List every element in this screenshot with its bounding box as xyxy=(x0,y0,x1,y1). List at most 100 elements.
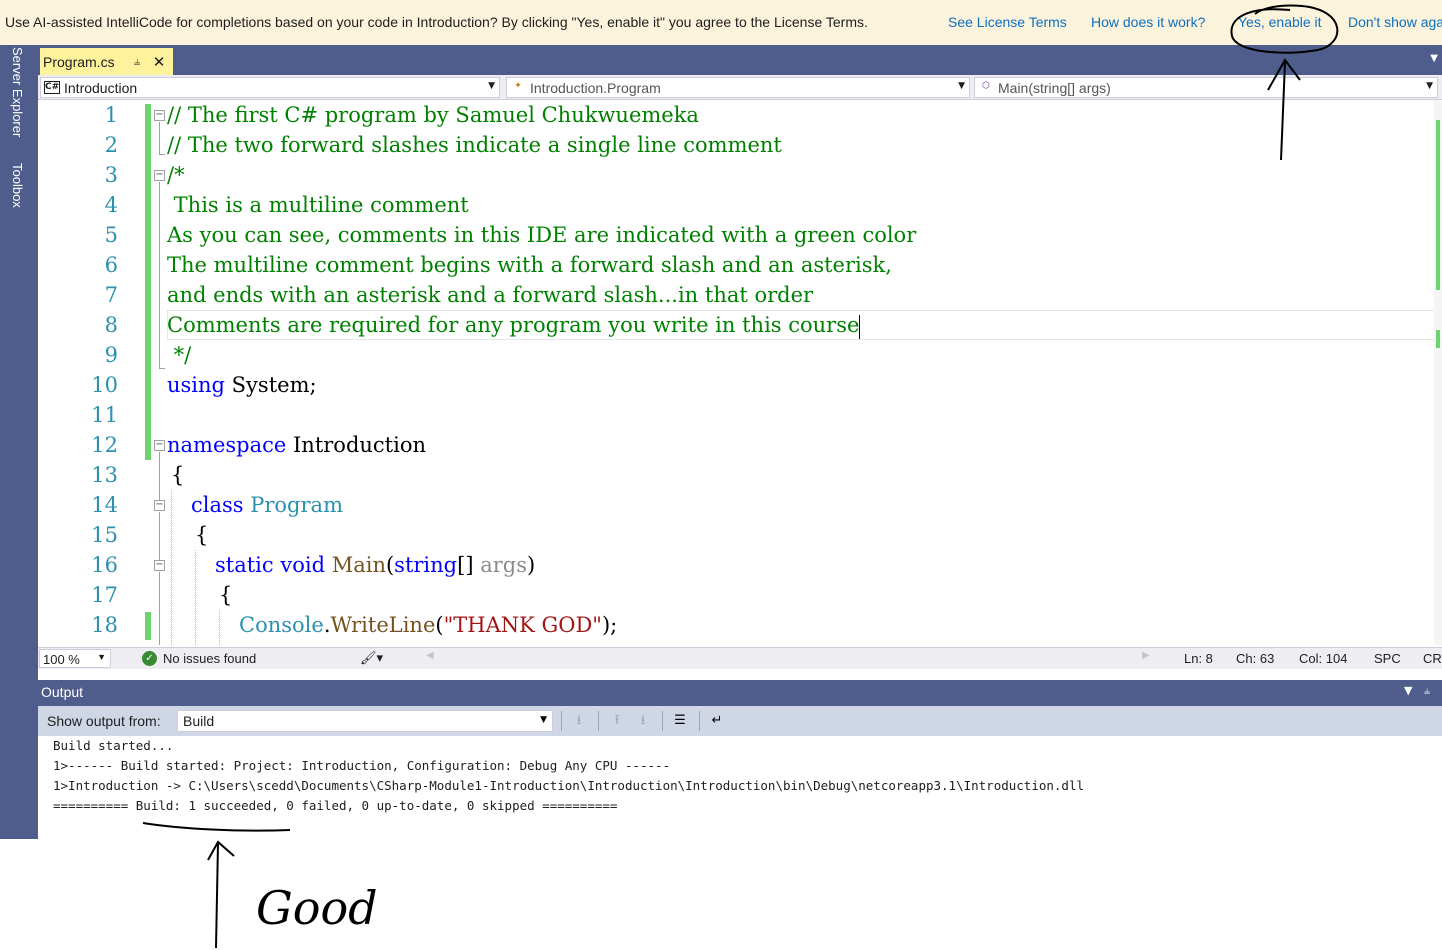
window-position-chevron-down-icon[interactable]: ▼ xyxy=(1404,684,1412,697)
arrow-head-annotation xyxy=(207,840,235,861)
line-number: 6 xyxy=(104,253,118,277)
line-number: 3 xyxy=(104,163,118,187)
line-number: 8 xyxy=(104,313,118,337)
code-line-15: { xyxy=(195,523,209,547)
char-indicator[interactable]: Ch: 63 xyxy=(1236,651,1274,666)
line-number: 12 xyxy=(91,433,118,457)
output-source-dropdown[interactable]: Build ▼ xyxy=(177,710,553,732)
close-paren: ) xyxy=(526,553,536,577)
pin-icon[interactable]: ⫨ xyxy=(130,54,144,69)
indent-guide xyxy=(195,550,196,645)
member-dot: . xyxy=(323,613,331,637)
output-text-area[interactable]: Build started... 1>------ Build started:… xyxy=(38,736,1442,839)
scroll-left-icon[interactable]: ◀ xyxy=(426,650,434,661)
column-indicator[interactable]: Col: 104 xyxy=(1299,651,1347,666)
code-editor[interactable]: 1 2 3 4 5 6 7 8 9 10 11 12 13 14 15 16 1… xyxy=(38,100,1442,645)
output-toolbar: Show output from: Build ▼ ⭳ ⭱ ⭳ ☰ ↵ xyxy=(38,706,1442,736)
code-line-8-text: Comments are required for any program yo… xyxy=(167,313,860,337)
line-number-gutter: 1 2 3 4 5 6 7 8 9 10 11 12 13 14 15 16 1… xyxy=(38,100,165,645)
tab-program-cs[interactable]: Program.cs ⫨ ✕ xyxy=(40,48,173,75)
keyword-namespace: namespace xyxy=(167,433,287,457)
array-brackets: [] xyxy=(457,553,481,577)
outline-guide xyxy=(159,572,160,645)
line-indicator[interactable]: Ln: 8 xyxy=(1184,651,1213,666)
string-literal: "THANK GOD" xyxy=(443,613,602,637)
collapse-toggle[interactable]: − xyxy=(154,500,165,511)
collapse-toggle[interactable]: − xyxy=(154,110,165,121)
code-line-12: namespace Introduction xyxy=(167,430,426,460)
scroll-right-icon[interactable]: ▶ xyxy=(1142,650,1150,661)
line-number: 4 xyxy=(104,193,118,217)
toolbox-tab[interactable]: Toolbox xyxy=(10,163,25,208)
close-paren-semicolon: ); xyxy=(601,613,618,637)
up-arrow-annotation xyxy=(215,842,219,949)
csharp-project-icon: C# xyxy=(44,81,60,94)
chevron-down-icon: ▼ xyxy=(540,715,547,725)
parameter-args: args xyxy=(480,553,527,577)
code-line-17: { xyxy=(219,583,233,607)
line-number: 10 xyxy=(91,373,118,397)
auto-hide-pin-icon[interactable]: ⫨ xyxy=(1424,684,1430,698)
line-number: 13 xyxy=(91,463,118,487)
output-title: Output xyxy=(41,684,84,700)
toggle-word-wrap-icon[interactable]: ↵ xyxy=(706,711,728,731)
enable-intellicode-link[interactable]: Yes, enable it xyxy=(1238,14,1322,30)
issues-text: No issues found xyxy=(163,651,257,666)
code-line-3: /* xyxy=(167,163,185,187)
see-license-terms-link[interactable]: See License Terms xyxy=(948,14,1067,30)
toolbar-separator xyxy=(699,711,700,731)
member-dropdown[interactable]: ⬡ Main(string[] args) ▼ xyxy=(974,77,1438,98)
line-ending-indicator[interactable]: CRLF xyxy=(1423,651,1442,666)
collapse-toggle[interactable]: − xyxy=(154,440,165,451)
issues-indicator[interactable]: ✓ No issues found xyxy=(142,651,256,666)
outline-guide-end xyxy=(159,368,165,369)
member-dropdown-value: Main(string[] args) xyxy=(998,79,1111,96)
type-console: Console xyxy=(239,613,324,637)
clear-all-icon[interactable]: ☰ xyxy=(669,711,691,731)
collapse-toggle[interactable]: − xyxy=(154,170,165,181)
find-message-in-code-icon[interactable]: ⭳ xyxy=(568,711,590,731)
output-line: 1>Introduction -> C:\Users\scedd\Documen… xyxy=(53,778,1085,793)
server-explorer-tab[interactable]: Server Explorer xyxy=(10,47,25,137)
whitespace-indicator[interactable]: SPC xyxy=(1374,651,1401,666)
line-number: 2 xyxy=(104,133,118,157)
scroll-change-marker xyxy=(1436,120,1440,290)
keyword-static: static xyxy=(215,553,274,577)
outline-guide xyxy=(159,122,160,154)
vertical-scrollbar[interactable] xyxy=(1434,100,1442,645)
code-line-1: // The first C# program by Samuel Chukwu… xyxy=(167,103,699,127)
chevron-down-icon: ▼ xyxy=(488,81,495,91)
keyword-using: using xyxy=(167,373,225,397)
line-number: 7 xyxy=(104,283,118,307)
dont-show-again-link[interactable]: Don't show again xyxy=(1348,14,1442,30)
line-number: 15 xyxy=(91,523,118,547)
navigation-bar: C# Introduction ▼ ✦ Introduction.Program… xyxy=(38,75,1442,100)
indent-guide xyxy=(219,610,220,645)
zoom-level: 100 % xyxy=(43,652,80,667)
line-number: 18 xyxy=(91,613,118,637)
outline-guide xyxy=(159,512,160,560)
scroll-change-marker xyxy=(1436,330,1440,348)
code-cleanup-brush-icon[interactable]: 🖌▾ xyxy=(360,650,383,666)
output-source-value: Build xyxy=(183,713,215,729)
code-line-8: Comments are required for any program yo… xyxy=(167,310,861,340)
tab-overflow-chevron-down-icon[interactable]: ▼ xyxy=(1430,53,1438,64)
output-line: 1>------ Build started: Project: Introdu… xyxy=(53,758,671,773)
zoom-dropdown[interactable]: 100 % ▼ xyxy=(39,649,111,668)
keyword-void: void xyxy=(280,553,326,577)
output-line: ========== Build: 1 succeeded, 0 failed,… xyxy=(53,798,618,813)
outline-guide-end xyxy=(159,154,165,155)
previous-message-icon[interactable]: ⭱ xyxy=(606,711,628,731)
method-writeline: WriteLine xyxy=(330,613,436,637)
project-dropdown[interactable]: C# Introduction ▼ xyxy=(40,77,500,98)
code-line-5: As you can see, comments in this IDE are… xyxy=(167,223,917,247)
code-line-10: using System; xyxy=(167,370,317,400)
line-number: 17 xyxy=(91,583,118,607)
how-does-it-work-link[interactable]: How does it work? xyxy=(1091,14,1205,30)
changed-lines-marker xyxy=(145,612,151,640)
next-message-icon[interactable]: ⭳ xyxy=(632,711,654,731)
type-dropdown[interactable]: ✦ Introduction.Program ▼ xyxy=(506,77,970,98)
close-icon[interactable]: ✕ xyxy=(150,53,168,71)
line-number: 16 xyxy=(91,553,118,577)
collapse-toggle[interactable]: − xyxy=(154,560,165,571)
